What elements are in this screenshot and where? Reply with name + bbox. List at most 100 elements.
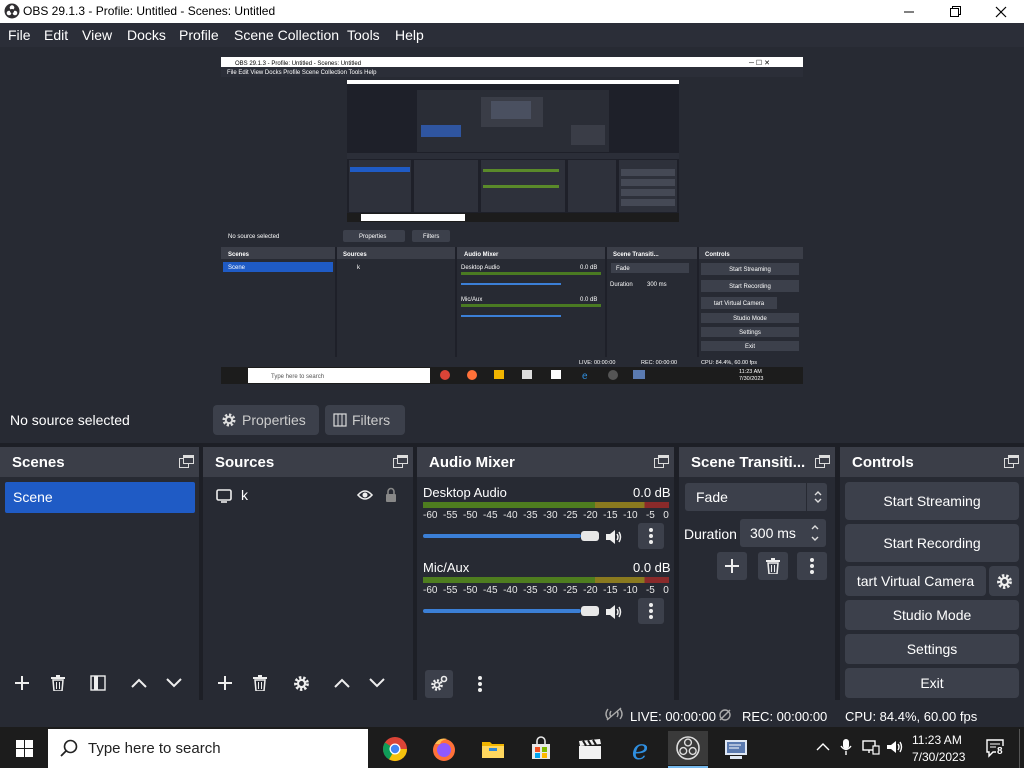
settings-button[interactable]: Settings [845,634,1019,664]
mic-aux-menu-button[interactable] [638,598,664,624]
speaker-icon[interactable] [605,604,623,620]
move-scene-up-button[interactable] [125,669,153,697]
taskbar-search-box[interactable]: Type here to search [48,729,368,768]
exit-button[interactable]: Exit [845,668,1019,698]
context-bar: No source selected [0,400,1024,443]
taskbar-time[interactable]: 11:23 AM [912,733,962,747]
eye-icon[interactable] [357,489,373,501]
menu-tools[interactable]: Tools [347,27,380,43]
preview-start-recording: Start Recording [729,284,771,290]
network-icon[interactable] [862,739,880,755]
show-desktop-button[interactable] [1019,729,1024,768]
remove-transition-button[interactable] [758,552,788,580]
remove-source-button[interactable] [246,669,274,697]
source-properties-button[interactable] [287,669,315,697]
svg-text:e: e [632,734,649,764]
sources-header: Sources [203,447,413,477]
float-dock-icon[interactable] [393,455,408,468]
preview-virtual-camera: tart Virtual Camera [714,301,765,307]
speaker-icon[interactable] [605,529,623,545]
mic-aux-ticks: -60 -55 -50 -45 -40 -35 -30 -25 -20 -15 … [423,585,669,596]
float-dock-icon[interactable] [179,455,194,468]
remote-desktop-icon[interactable] [721,734,751,764]
studio-mode-button[interactable]: Studio Mode [845,600,1019,630]
preview-rec: REC: 00:00:00 [641,360,677,366]
monitor-icon [216,489,232,503]
preview-title: OBS 29.1.3 - Profile: Untitled - Scenes:… [235,61,361,67]
transitions-title: Scene Transiti... [691,454,806,471]
chevron-up-icon[interactable] [816,742,830,752]
filters-button[interactable]: Filters [325,405,405,435]
minimize-button[interactable] [886,0,932,23]
lock-icon[interactable] [385,487,397,502]
move-source-down-button[interactable] [363,669,391,697]
remove-scene-button[interactable] [44,669,72,697]
menu-profile[interactable]: Profile [179,27,219,43]
maximize-button[interactable] [932,0,978,23]
add-scene-button[interactable] [8,669,36,697]
source-item[interactable]: k [207,482,407,508]
volume-knob[interactable] [581,531,599,541]
scene-item[interactable]: Scene [5,482,195,513]
preview-no-source: No source selected [228,234,279,240]
filter-icon [333,413,347,427]
menu-scene-collection[interactable]: Scene Collection [234,27,339,43]
volume-icon[interactable] [886,740,904,754]
menu-docks[interactable]: Docks [127,27,166,43]
stepper-arrows-icon[interactable] [810,522,820,544]
clapperboard-icon[interactable] [575,734,605,764]
edge-legacy-icon[interactable]: e [625,734,655,764]
move-source-up-button[interactable] [328,669,356,697]
properties-label: Properties [242,412,306,428]
menu-edit[interactable]: Edit [44,27,68,43]
properties-button[interactable]: Properties [213,405,319,435]
desktop-audio-menu-button[interactable] [638,523,664,549]
taskbar-date[interactable]: 7/30/2023 [912,750,965,764]
svg-text:─ ☐ ✕: ─ ☐ ✕ [748,59,770,67]
obs-taskbar-icon[interactable] [668,731,708,765]
start-streaming-button[interactable]: Start Streaming [845,482,1019,520]
float-dock-icon[interactable] [815,455,830,468]
move-scene-down-button[interactable] [160,669,188,697]
scenes-title: Scenes [12,454,65,471]
duration-spinbox[interactable]: 300 ms [740,519,826,547]
preview-controls-title: Controls [705,252,730,258]
search-icon [60,739,78,757]
updown-arrows-icon [814,491,822,503]
firefox-icon[interactable] [429,734,459,764]
desktop-audio-volume-slider[interactable] [423,529,599,543]
volume-knob[interactable] [581,606,599,616]
virtual-camera-settings-button[interactable] [989,566,1019,596]
add-transition-button[interactable] [717,552,747,580]
mic-aux-volume-slider[interactable] [423,604,599,618]
microsoft-store-icon[interactable] [526,734,556,764]
chevron-up-icon [334,678,350,688]
menu-help[interactable]: Help [395,27,424,43]
preview-menu: File Edit View Docks Profile Scene Colle… [227,70,377,76]
cpu-usage: CPU: 84.4%, 60.00 fps [845,709,978,724]
float-dock-icon[interactable] [654,455,669,468]
menu-file[interactable]: File [8,27,31,43]
menu-view[interactable]: View [82,27,112,43]
chrome-icon[interactable] [380,734,410,764]
more-vertical-icon [649,603,653,619]
notification-center-button[interactable]: 8 [985,737,1007,759]
scenes-dock: Scenes Scene [0,447,199,700]
more-vertical-icon [810,558,814,574]
start-recording-button[interactable]: Start Recording [845,524,1019,562]
mic-aux-level: 0.0 dB [633,560,671,575]
transition-select[interactable]: Fade [685,483,827,511]
preview-date: 7/30/2023 [739,376,763,382]
file-explorer-icon[interactable] [478,734,508,764]
scene-filters-button[interactable] [84,669,112,697]
start-button[interactable] [0,729,48,768]
advanced-audio-button[interactable] [425,670,453,698]
add-source-button[interactable] [211,669,239,697]
float-dock-icon[interactable] [1004,455,1019,468]
transition-menu-button[interactable] [797,552,827,580]
close-button[interactable] [978,0,1024,23]
sources-title: Sources [215,454,275,471]
audio-mixer-menu-button[interactable] [466,670,494,698]
microphone-icon[interactable] [840,738,852,756]
start-virtual-camera-button[interactable]: tart Virtual Camera [845,566,986,596]
